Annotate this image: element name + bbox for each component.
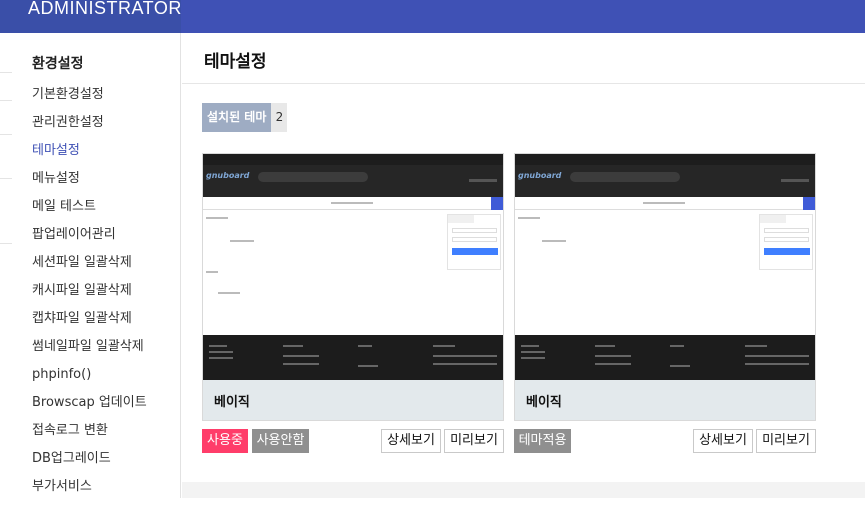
theme-screenshot: gnuboard: [515, 154, 815, 380]
sidebar-item-phpinfo[interactable]: phpinfo(): [32, 365, 147, 393]
brand-area[interactable]: ADMINISTRATOR: [0, 0, 181, 33]
sidebar-item-popup-layer[interactable]: 팝업레이어관리: [32, 225, 147, 253]
installed-theme-number: 2: [271, 103, 288, 132]
theme-card: gnuboard 베이직: [514, 153, 816, 421]
sidebar-heading: 환경설정: [32, 56, 84, 72]
installed-theme-count: 설치된 테마 2: [202, 103, 288, 132]
brand-title: ADMINISTRATOR: [28, 0, 182, 18]
sidebar-item-menu-config[interactable]: 메뉴설정: [32, 169, 147, 197]
sidebar-item-cache-delete[interactable]: 캐시파일 일괄삭제: [32, 281, 147, 309]
theme-screenshot: gnuboard: [203, 154, 503, 380]
sidebar-item-extra-services[interactable]: 부가서비스: [32, 477, 147, 505]
sidebar-item-captcha-delete[interactable]: 캡챠파일 일괄삭제: [32, 309, 147, 337]
theme-preview-button[interactable]: 미리보기: [756, 429, 816, 453]
sidebar-item-basic-config[interactable]: 기본환경설정: [32, 85, 147, 113]
in-use-button[interactable]: 사용중: [202, 429, 248, 453]
theme-detail-button[interactable]: 상세보기: [693, 429, 753, 453]
page-title-bar: 테마설정: [182, 33, 865, 84]
main-content: 테마설정 설치된 테마 2 gnuboard 베이직 사용중 사용안함 상세보기…: [182, 33, 865, 498]
sidebar-item-thumbnail-delete[interactable]: 썸네일파일 일괄삭제: [32, 337, 147, 365]
disable-theme-button[interactable]: 사용안함: [252, 429, 309, 453]
sidebar-item-session-delete[interactable]: 세션파일 일괄삭제: [32, 253, 147, 281]
apply-theme-button[interactable]: 테마적용: [514, 429, 571, 453]
theme-name-bar: 베이직: [203, 380, 503, 420]
footer-strip: [182, 482, 865, 498]
theme-preview-button[interactable]: 미리보기: [444, 429, 504, 453]
sidebar-item-db-upgrade[interactable]: DB업그레이드: [32, 449, 147, 477]
theme-card: gnuboard 베이직: [202, 153, 504, 421]
page-title: 테마설정: [204, 52, 267, 72]
sidebar-item-auth-config[interactable]: 관리권한설정: [32, 113, 147, 141]
sidebar-item-theme-config[interactable]: 테마설정: [32, 141, 147, 169]
sidebar: 환경설정 기본환경설정 관리권한설정 테마설정 메뉴설정 메일 테스트 팝업레이…: [0, 33, 181, 498]
installed-theme-label: 설치된 테마: [202, 103, 272, 132]
sidebar-menu: 기본환경설정 관리권한설정 테마설정 메뉴설정 메일 테스트 팝업레이어관리 세…: [32, 85, 147, 505]
theme-name: 베이직: [214, 395, 250, 410]
theme-detail-button[interactable]: 상세보기: [381, 429, 441, 453]
top-header: ADMINISTRATOR: [0, 0, 865, 33]
theme-name-bar: 베이직: [515, 380, 815, 420]
sidebar-item-browscap-update[interactable]: Browscap 업데이트: [32, 393, 147, 421]
sidebar-item-visit-log-convert[interactable]: 접속로그 변환: [32, 421, 147, 449]
theme-name: 베이직: [526, 395, 562, 410]
sidebar-item-mail-test[interactable]: 메일 테스트: [32, 197, 147, 225]
sidebar-icon-strip: [0, 33, 12, 498]
